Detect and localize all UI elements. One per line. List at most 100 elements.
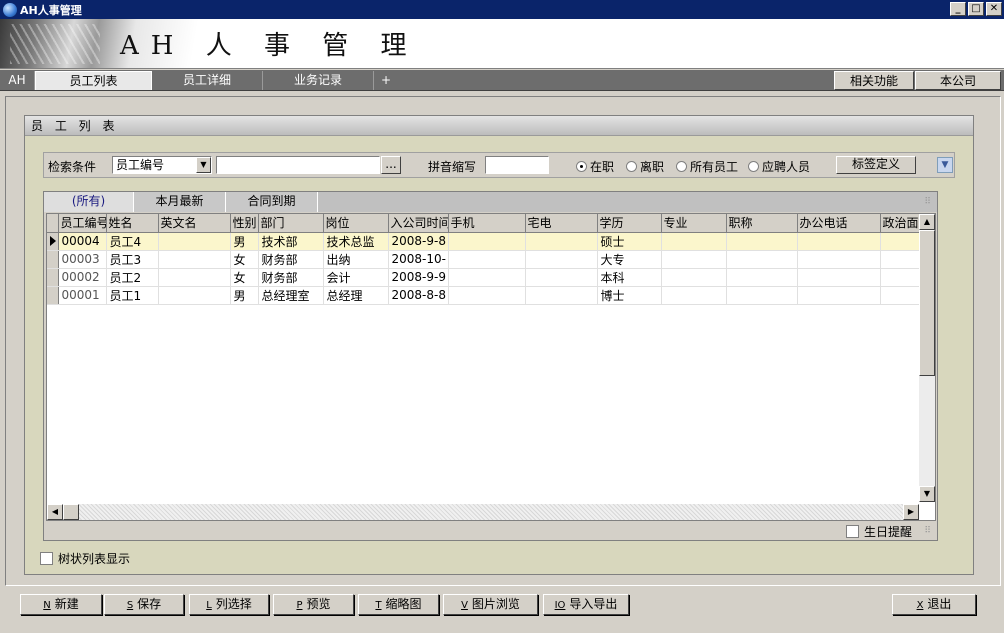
table-cell[interactable]: 技术部 (258, 232, 324, 251)
search-input[interactable] (216, 156, 380, 174)
column-header[interactable]: 姓名 (106, 214, 159, 233)
column-header[interactable]: 性别 (230, 214, 259, 233)
horizontal-scroll-thumb[interactable] (63, 504, 79, 520)
table-cell[interactable]: 大专 (597, 250, 662, 269)
birthday-reminder-checkbox[interactable]: 生日提醒 (846, 523, 912, 540)
table-cell[interactable] (158, 232, 231, 251)
table-cell[interactable] (880, 286, 922, 305)
row-indicator[interactable] (47, 268, 59, 287)
tree-view-checkbox[interactable]: 树状列表显示 (40, 550, 130, 567)
table-cell[interactable]: 总经理室 (258, 286, 324, 305)
exit-button[interactable]: X 退出 (892, 594, 976, 615)
table-cell[interactable]: 员工4 (106, 232, 159, 251)
table-cell[interactable]: 财务部 (258, 268, 324, 287)
table-cell[interactable] (158, 286, 231, 305)
browse-button[interactable]: ... (381, 156, 401, 174)
column-header[interactable]: 英文名 (158, 214, 231, 233)
search-field-select[interactable]: 员工编号 ▼ (112, 156, 212, 174)
tab-business-records[interactable]: 业务记录 (263, 71, 374, 90)
horizontal-scrollbar[interactable]: ◀ ▶ (47, 504, 919, 520)
table-cell[interactable]: 硕士 (597, 232, 662, 251)
table-cell[interactable] (448, 232, 526, 251)
column-header[interactable]: 学历 (597, 214, 662, 233)
new-button[interactable]: N 新建 (20, 594, 102, 615)
company-button[interactable]: 本公司 (915, 71, 1001, 90)
import-export-button[interactable]: IO 导入导出 (543, 594, 629, 615)
table-cell[interactable] (158, 268, 231, 287)
row-indicator[interactable] (47, 250, 59, 269)
column-header[interactable]: 宅电 (525, 214, 598, 233)
table-cell[interactable] (726, 286, 798, 305)
table-cell[interactable] (726, 232, 798, 251)
close-icon[interactable]: ✕ (986, 2, 1002, 16)
tab-employee-list[interactable]: 员工列表 (35, 71, 152, 90)
radio-all-employees[interactable]: 所有员工 (676, 158, 738, 175)
scroll-down-icon[interactable]: ▼ (919, 486, 935, 502)
minimize-icon[interactable]: _ (950, 2, 966, 16)
table-cell[interactable]: 2008-9-9 (388, 268, 449, 287)
table-cell[interactable] (880, 232, 922, 251)
table-cell[interactable] (661, 250, 727, 269)
table-cell[interactable]: 员工2 (106, 268, 159, 287)
column-header[interactable]: 岗位 (323, 214, 389, 233)
row-indicator[interactable] (47, 232, 59, 251)
row-indicator[interactable] (47, 286, 59, 305)
table-row[interactable]: 00001 员工1 男总经理室 总经理 2008-8-8 博士 (47, 286, 922, 305)
image-browse-button[interactable]: V 图片浏览 (443, 594, 538, 615)
table-cell[interactable]: 女 (230, 268, 259, 287)
table-cell[interactable] (158, 250, 231, 269)
table-row[interactable]: 00004 员工4 男技术部 技术总监 2008-9-8 硕士 (47, 232, 922, 251)
table-cell[interactable] (726, 268, 798, 287)
table-cell[interactable]: 员工1 (106, 286, 159, 305)
table-cell[interactable] (448, 268, 526, 287)
table-cell[interactable]: 00001 (58, 286, 107, 305)
table-cell[interactable]: 00004 (58, 232, 107, 251)
radio-active[interactable]: 在职 (576, 158, 614, 175)
table-cell[interactable]: 2008-9-8 (388, 232, 449, 251)
table-cell[interactable] (797, 268, 881, 287)
preview-button[interactable]: P 预览 (273, 594, 354, 615)
table-cell[interactable] (661, 232, 727, 251)
table-cell[interactable] (726, 250, 798, 269)
column-header[interactable]: 员工编号 (58, 214, 107, 233)
table-cell[interactable]: 女 (230, 250, 259, 269)
table-cell[interactable] (797, 232, 881, 251)
related-functions-button[interactable]: 相关功能 (834, 71, 914, 90)
table-cell[interactable] (797, 250, 881, 269)
table-cell[interactable] (661, 268, 727, 287)
table-cell[interactable]: 技术总监 (323, 232, 389, 251)
table-cell[interactable] (525, 268, 598, 287)
thumbnail-button[interactable]: T 缩略图 (358, 594, 439, 615)
column-select-button[interactable]: L 列选择 (189, 594, 269, 615)
column-header[interactable]: 办公电话 (797, 214, 881, 233)
add-tab-button[interactable]: + (374, 71, 398, 90)
table-cell[interactable]: 总经理 (323, 286, 389, 305)
table-cell[interactable]: 00003 (58, 250, 107, 269)
column-header[interactable]: 入公司时间 (388, 214, 449, 233)
table-cell[interactable]: 男 (230, 232, 259, 251)
save-button[interactable]: S 保存 (104, 594, 184, 615)
column-header[interactable]: 手机 (448, 214, 526, 233)
scroll-right-icon[interactable]: ▶ (903, 504, 919, 520)
pinyin-input[interactable] (485, 156, 549, 174)
column-header[interactable]: 职称 (726, 214, 798, 233)
table-row[interactable]: 00002 员工2 女财务部 会计 2008-9-9 本科 (47, 268, 922, 287)
table-row[interactable]: 00003 员工3 女财务部 出纳 2008-10- 大专 (47, 250, 922, 269)
table-cell[interactable] (880, 268, 922, 287)
table-cell[interactable] (880, 250, 922, 269)
tag-define-button[interactable]: 标签定义 (836, 156, 916, 174)
scroll-left-icon[interactable]: ◀ (47, 504, 63, 520)
radio-resigned[interactable]: 离职 (626, 158, 664, 175)
table-cell[interactable] (525, 250, 598, 269)
table-cell[interactable]: 财务部 (258, 250, 324, 269)
table-cell[interactable]: 员工3 (106, 250, 159, 269)
table-cell[interactable] (525, 286, 598, 305)
table-cell[interactable]: 出纳 (323, 250, 389, 269)
table-cell[interactable]: 博士 (597, 286, 662, 305)
table-cell[interactable] (797, 286, 881, 305)
table-cell[interactable] (661, 286, 727, 305)
table-cell[interactable]: 会计 (323, 268, 389, 287)
tab-employee-detail[interactable]: 员工详细 (152, 71, 263, 90)
scroll-up-icon[interactable]: ▲ (919, 214, 935, 230)
radio-applicants[interactable]: 应聘人员 (748, 158, 810, 175)
